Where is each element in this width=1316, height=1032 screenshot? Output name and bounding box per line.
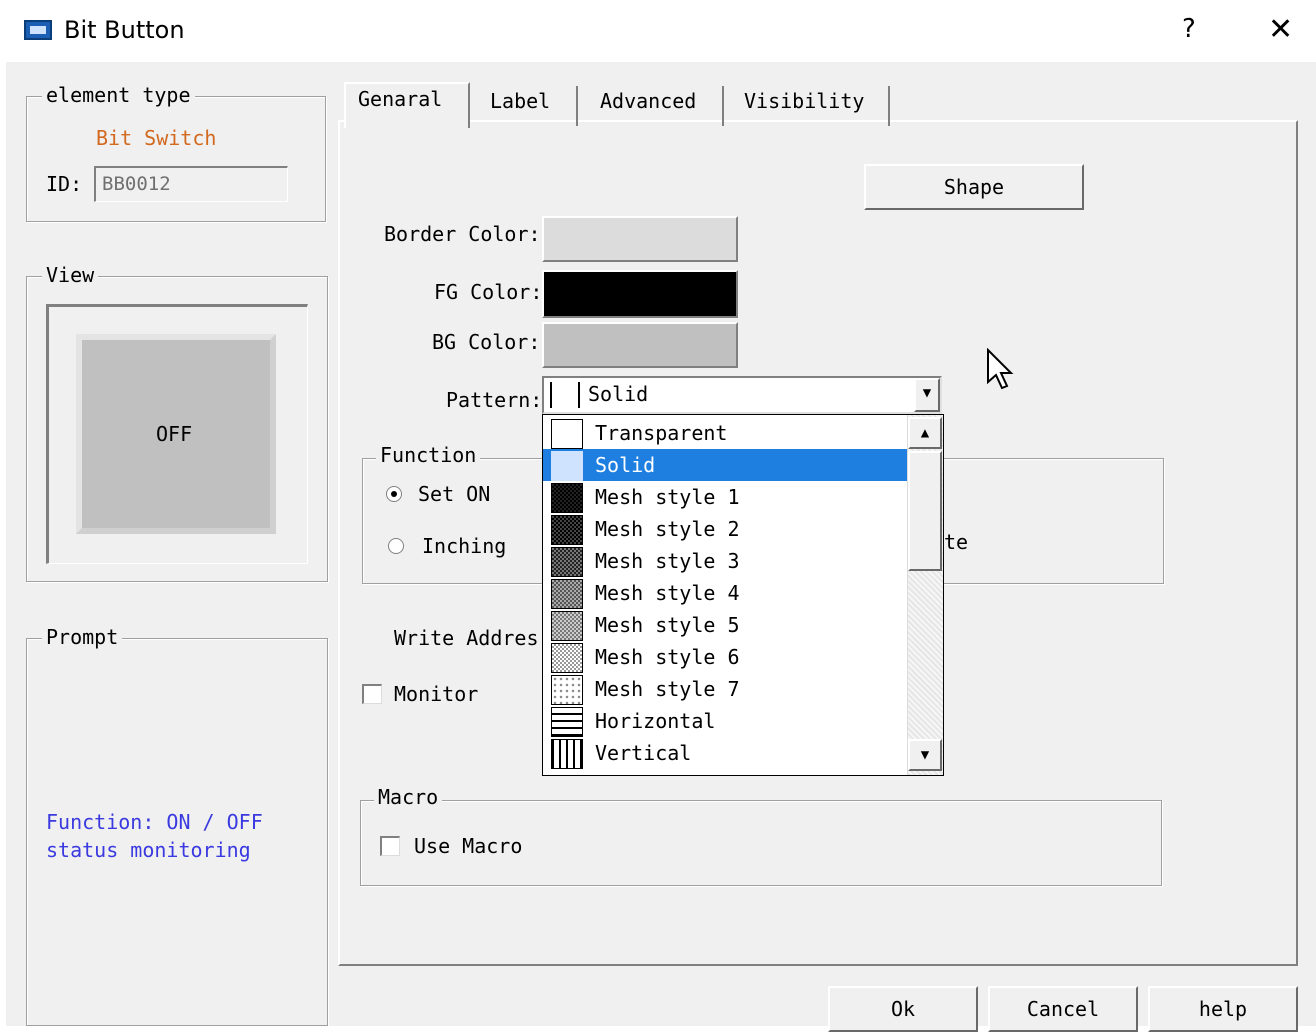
pattern-transparent-icon	[551, 419, 583, 449]
pattern-mesh6-icon	[551, 643, 583, 673]
window-title: Bit Button	[64, 16, 185, 44]
pattern-horizontal-icon	[551, 707, 583, 737]
dropdown-scrollbar[interactable]: ▲ ▼	[907, 415, 943, 775]
dropdown-item-mesh-7[interactable]: Mesh style 7	[543, 673, 907, 705]
view-preview-text: OFF	[156, 422, 193, 446]
prompt-line-1: Function: ON / OFF	[46, 810, 263, 834]
element-type-legend: element type	[42, 84, 195, 106]
element-type-value: Bit Switch	[96, 126, 217, 150]
scroll-thumb[interactable]	[908, 451, 942, 571]
dropdown-item-horizontal[interactable]: Horizontal	[543, 705, 907, 737]
pattern-combobox[interactable]: Solid ▼	[542, 376, 942, 414]
view-legend: View	[42, 264, 99, 286]
cancel-button[interactable]: Cancel	[988, 986, 1138, 1032]
prompt-legend: Prompt	[42, 626, 123, 648]
title-bar: Bit Button ? ✕	[0, 0, 1316, 62]
bg-color-swatch[interactable]	[542, 322, 738, 368]
help-question-button[interactable]: ?	[1182, 14, 1196, 44]
pattern-mesh4-icon	[551, 579, 583, 609]
shape-button[interactable]: Shape	[864, 164, 1084, 210]
border-color-label: Border Color:	[384, 222, 541, 246]
scroll-up-arrow-icon[interactable]: ▲	[908, 417, 942, 449]
pattern-dropdown-list: Transparent Solid Mesh style 1 Mesh styl…	[542, 414, 944, 776]
combo-selected-text: Solid	[588, 382, 649, 406]
monitor-label: Monitor	[394, 682, 479, 706]
pattern-mesh5-icon	[551, 611, 583, 641]
pattern-solid-icon	[551, 451, 583, 481]
set-on-label: Set ON	[418, 482, 491, 506]
set-on-radio[interactable]	[386, 486, 402, 502]
write-address-label: Write Addres	[394, 626, 539, 650]
monitor-checkbox[interactable]	[362, 684, 382, 704]
bg-color-label: BG Color:	[432, 330, 541, 354]
help-button[interactable]: help	[1148, 986, 1298, 1032]
dropdown-item-mesh-1[interactable]: Mesh style 1	[543, 481, 907, 513]
prompt-line-2: status monitoring	[46, 838, 251, 862]
tab-advanced[interactable]: Advanced	[588, 86, 724, 126]
dropdown-item-vertical[interactable]: Vertical	[543, 737, 907, 769]
pattern-mesh3-icon	[551, 547, 583, 577]
scroll-down-arrow-icon[interactable]: ▼	[908, 739, 942, 771]
border-color-swatch[interactable]	[542, 216, 738, 262]
dropdown-item-mesh-2[interactable]: Mesh style 2	[543, 513, 907, 545]
tab-label[interactable]: Label	[478, 86, 578, 126]
pattern-mesh7-icon	[551, 675, 583, 705]
dropdown-item-transparent[interactable]: Transparent	[543, 417, 907, 449]
pattern-vertical-icon	[551, 739, 583, 769]
ok-button[interactable]: Ok	[828, 986, 978, 1032]
hmi-app-icon	[24, 20, 52, 40]
pattern-label: Pattern:	[446, 388, 543, 412]
inching-label: Inching	[422, 534, 507, 558]
id-field[interactable]: BB0012	[94, 166, 288, 202]
mouse-cursor-icon	[987, 348, 1014, 390]
dropdown-item-mesh-3[interactable]: Mesh style 3	[543, 545, 907, 577]
id-label: ID:	[46, 172, 83, 196]
combo-pattern-preview	[550, 382, 580, 408]
dropdown-item-solid[interactable]: Solid	[543, 449, 907, 481]
dropdown-item-mesh-6[interactable]: Mesh style 6	[543, 641, 907, 673]
tab-visibility[interactable]: Visibility	[732, 86, 890, 126]
inching-radio[interactable]	[388, 538, 404, 554]
function-partial-label: te	[944, 530, 969, 554]
close-button[interactable]: ✕	[1268, 12, 1293, 47]
dropdown-item-mesh-5[interactable]: Mesh style 5	[543, 609, 907, 641]
combo-dropdown-arrow[interactable]: ▼	[914, 378, 940, 412]
dropdown-item-mesh-4[interactable]: Mesh style 4	[543, 577, 907, 609]
pattern-mesh1-icon	[551, 483, 583, 513]
pattern-mesh2-icon	[551, 515, 583, 545]
macro-legend: Macro	[374, 786, 443, 808]
function-legend: Function	[376, 444, 481, 466]
element-type-group	[26, 96, 326, 222]
fg-color-swatch[interactable]	[542, 270, 738, 318]
use-macro-label: Use Macro	[414, 834, 523, 858]
tab-general[interactable]: Genaral	[344, 82, 470, 128]
fg-color-label: FG Color:	[434, 280, 543, 304]
use-macro-checkbox[interactable]	[380, 836, 400, 856]
